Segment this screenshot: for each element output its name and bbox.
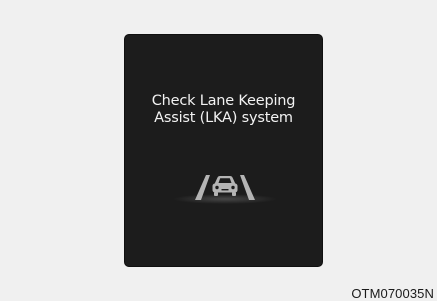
- lka-lane-car-icon: [173, 175, 277, 204]
- cluster-display: Check Lane Keeping Assist (LKA) system: [124, 34, 323, 267]
- figure-code: OTM070035N: [351, 286, 434, 301]
- car-icon: [212, 176, 238, 196]
- warning-message-line-1: Check Lane Keeping: [151, 93, 296, 109]
- warning-message-line-2: Assist (LKA) system: [154, 110, 293, 126]
- road-surface-glow: [173, 194, 277, 204]
- warning-message: Check Lane Keeping Assist (LKA) system: [125, 93, 322, 127]
